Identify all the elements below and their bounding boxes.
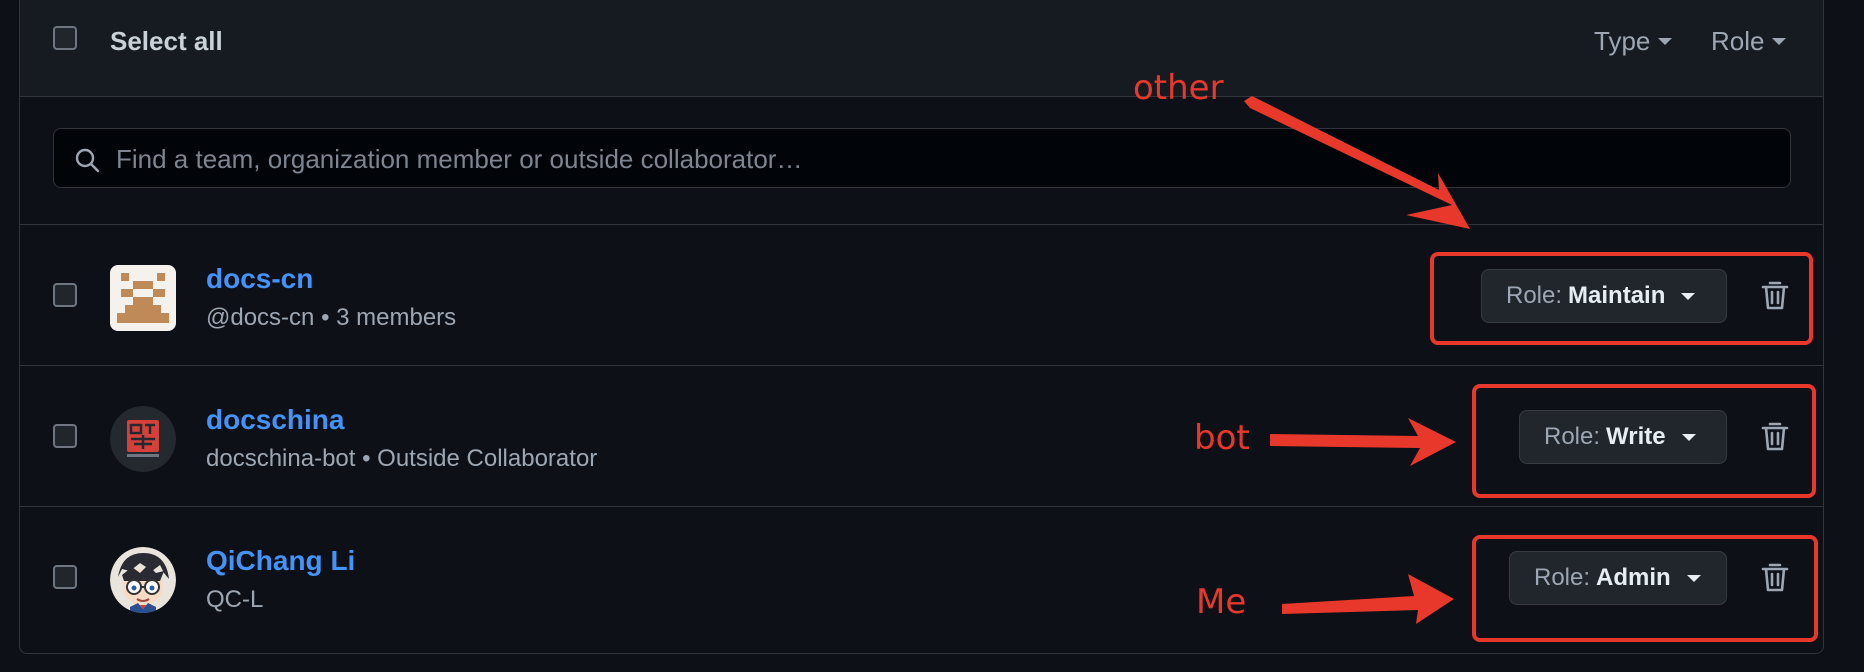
team-avatar-icon (110, 265, 176, 331)
member-subtitle: QC-L (206, 586, 264, 613)
type-filter-label: Type (1594, 26, 1651, 56)
caret-down-icon (1772, 38, 1787, 45)
annotation-box-bot (1472, 384, 1816, 498)
docschina-logo (110, 406, 176, 472)
team-avatar (110, 265, 176, 331)
search-input[interactable] (114, 129, 1778, 189)
list-header: Select all Type Role (20, 0, 1823, 97)
role-filter-label: Role (1711, 26, 1765, 56)
annotation-box-me (1472, 535, 1818, 642)
search-box (53, 128, 1791, 189)
member-name[interactable]: QiChang Li (206, 545, 355, 577)
caret-down-icon (1658, 38, 1673, 45)
search-section (20, 96, 1823, 225)
type-filter-button[interactable]: Type (1594, 26, 1673, 57)
select-all-label: Select all (110, 26, 223, 56)
annotation-label-me: Me (1196, 582, 1247, 622)
member-checkbox[interactable] (53, 424, 77, 448)
user-avatar-image (110, 547, 176, 613)
search-icon (75, 148, 100, 173)
role-filter-button[interactable]: Role (1711, 26, 1787, 57)
member-subtitle: docschina-bot • Outside Collaborator (206, 445, 598, 472)
annotation-box-other (1430, 252, 1813, 345)
select-all-checkbox[interactable] (53, 26, 77, 50)
member-name[interactable]: docs-cn (206, 263, 313, 295)
member-checkbox[interactable] (53, 565, 77, 589)
bot-avatar (110, 406, 176, 472)
member-checkbox[interactable] (53, 283, 77, 307)
user-avatar (110, 547, 176, 613)
annotation-label-bot: bot (1194, 418, 1250, 458)
member-subtitle: @docs-cn • 3 members (206, 304, 457, 331)
annotation-label-other: other (1133, 68, 1224, 108)
member-name[interactable]: docschina (206, 404, 344, 436)
